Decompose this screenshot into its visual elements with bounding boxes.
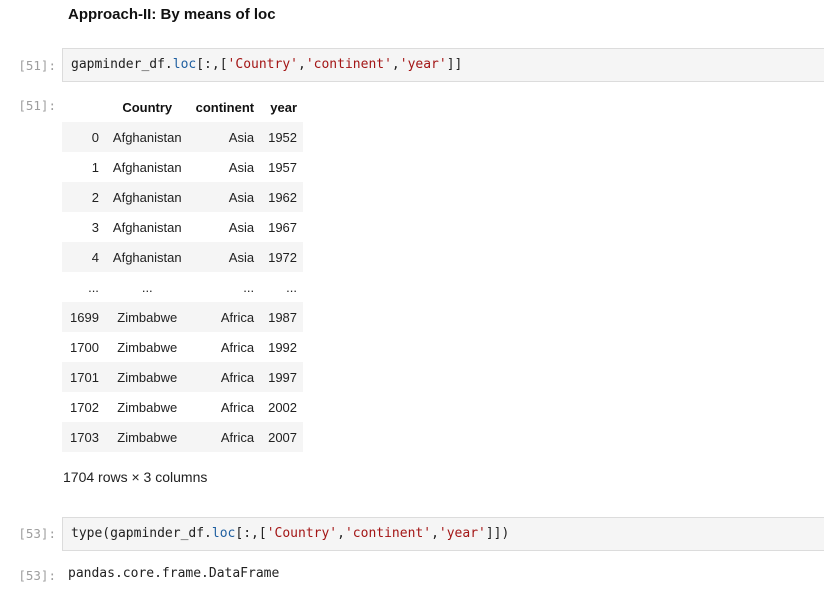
table-cell: 1952 [268,129,298,145]
table-cell: Zimbabwe [117,369,178,385]
code-token: 'continent' [305,57,392,72]
table-cell: Africa [220,429,255,445]
code-token: 'year' [399,57,447,72]
code-token: 'continent' [344,526,432,541]
row-index: 2 [91,189,99,205]
table-cell: ... [141,279,153,295]
code-token: , [298,57,306,72]
table-cell: Afghanistan [112,189,182,205]
table-cell: 1962 [268,189,298,205]
code-token: , [431,526,439,541]
table-row: 2 Afghanistan Asia 1962 [62,182,304,212]
table-row: 1700 Zimbabwe Africa 1992 [62,332,304,362]
code-token: , [391,57,400,72]
column-header: Country [122,99,173,115]
table-cell: 2007 [268,429,298,445]
column-header: continent [195,99,255,115]
table-cell: Afghanistan [112,219,182,235]
table-header-row: Country continent year [62,92,303,122]
table-cell: Africa [220,399,255,415]
table-cell: 1987 [268,309,298,325]
row-index: 1703 [70,429,99,445]
table-cell: 1992 [268,339,298,355]
table-cell: Africa [220,339,255,355]
table-body: 0 Afghanistan Asia 1952 1 Afghanistan Asia 1957… [62,122,304,452]
table-cell: Asia [228,129,255,145]
code-token: loc [211,526,236,541]
table-row: 1699 Zimbabwe Africa 1987 [62,302,304,332]
table-cell: Zimbabwe [117,309,178,325]
table-cell: 2002 [268,399,298,415]
row-index: 1 [91,159,99,175]
table-row: ............ [62,272,304,302]
row-index: ... [88,279,99,295]
table-cell: Afghanistan [112,249,182,265]
table-cell: Zimbabwe [117,399,178,415]
table-row: 3 Afghanistan Asia 1967 [62,212,304,242]
output-prompt: [51]: [18,98,56,113]
cell-output-text: pandas.core.frame.DataFrame [68,566,280,581]
code-token: , [337,526,345,541]
table-cell: Asia [228,219,255,235]
table-row: 1702 Zimbabwe Africa 2002 [62,392,304,422]
code-token: 'Country' [266,526,338,541]
table-cell: Asia [228,189,255,205]
row-index: 4 [91,249,99,265]
table-cell: 1967 [268,219,298,235]
table-row: 0 Afghanistan Asia 1952 [62,122,304,152]
index-header [62,92,105,122]
code-token: [:,[ [196,57,228,72]
code-token: type(gapminder_df. [71,526,212,541]
column-header: year [270,99,298,115]
table-cell: 1957 [268,159,298,175]
table-row: 1703 Zimbabwe Africa 2007 [62,422,304,452]
section-heading: Approach-II: By means of loc [68,6,276,23]
code-token: gapminder_df. [71,57,173,72]
table-row: 1 Afghanistan Asia 1957 [62,152,304,182]
row-index: 1702 [70,399,99,415]
table-cell: Zimbabwe [117,429,178,445]
table-cell: Afghanistan [112,159,182,175]
table-cell: Africa [220,369,255,385]
table-cell: ... [286,279,298,295]
code-token: 'year' [438,526,486,541]
table-row: 1701 Zimbabwe Africa 1997 [62,362,304,392]
row-index: 1699 [70,309,99,325]
table-cell: Africa [220,309,255,325]
code-token: ]]) [485,526,510,541]
row-index: 3 [91,219,99,235]
output-prompt: [53]: [18,568,56,583]
dataframe-shape: 1704 rows × 3 columns [63,469,208,485]
table-cell: 1997 [268,369,298,385]
code-token: [:,[ [235,526,267,541]
row-index: 1700 [70,339,99,355]
input-prompt: [51]: [18,58,56,73]
table-cell: ... [243,279,255,295]
table-cell: Zimbabwe [117,339,178,355]
row-index: 0 [91,129,99,145]
table-row: 4 Afghanistan Asia 1972 [62,242,304,272]
table-cell: Asia [228,249,255,265]
code-token: 'Country' [227,57,298,72]
code-cell-input[interactable]: gapminder_df.loc[:,['Country','continent… [62,48,824,82]
dataframe-table: Country continent year 0 Afghanistan Asia 195… [62,92,304,452]
table-cell: Asia [228,159,255,175]
code-token: loc [172,57,197,72]
input-prompt: [53]: [18,526,56,541]
row-index: 1701 [70,369,99,385]
code-token: ]] [446,57,463,72]
table-cell: 1972 [268,249,298,265]
table-cell: Afghanistan [112,129,182,145]
code-cell-input[interactable]: type(gapminder_df.loc[:,['Country','cont… [62,517,824,551]
